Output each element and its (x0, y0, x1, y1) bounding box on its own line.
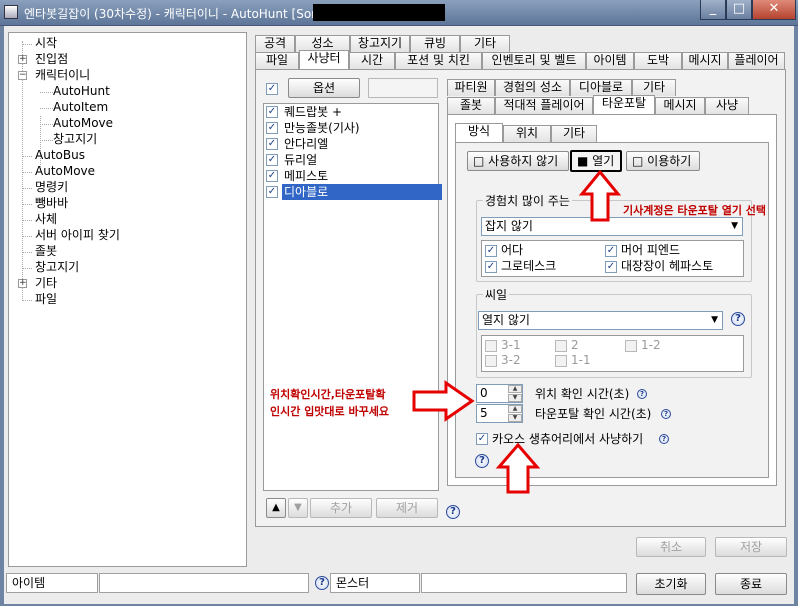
annotation-time-tip-2: 인시간 입맛대로 바꾸세요 (270, 405, 389, 418)
monster-status: 몬스터 (330, 573, 420, 593)
item-status: 아이템 (6, 573, 98, 593)
annotation-open-tip: 기사계정은 타운포탈 열기 선택 (623, 204, 767, 217)
arrow-up-open-icon (578, 169, 622, 222)
monster-status-value (421, 573, 627, 593)
tab-hunting-ground[interactable]: 사냥터 (299, 50, 349, 69)
annotation-time-tip-1: 위치확인시간,타운포탈확 (270, 388, 386, 401)
arrow-up-chaos-icon (495, 442, 541, 494)
cancel-button[interactable]: 취소 (636, 537, 706, 557)
help-icon[interactable]: ? (315, 576, 329, 590)
annotation-arrows (412, 169, 622, 494)
save-button[interactable]: 저장 (715, 537, 787, 557)
item-status-value (99, 573, 309, 593)
tab-town-portal[interactable]: 타운포탈 (593, 95, 655, 114)
reset-button[interactable]: 초기화 (636, 573, 706, 595)
tab-method[interactable]: 방식 (455, 123, 503, 142)
arrow-right-spinner-icon (412, 380, 475, 422)
exit-button[interactable]: 종료 (715, 573, 787, 595)
